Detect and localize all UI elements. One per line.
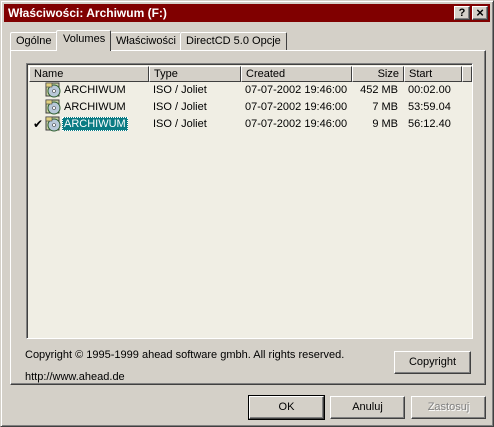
properties-window: Właściwości: Archiwum (F:) ? × Ogólne Vo… (0, 0, 494, 427)
close-button[interactable]: × (472, 6, 488, 20)
tab-label: Ogólne (16, 35, 52, 47)
tab-directcd-options[interactable]: DirectCD 5.0 Opcje (180, 32, 287, 50)
column-header-size[interactable]: Size (352, 66, 404, 82)
column-header-start[interactable]: Start (404, 66, 462, 82)
volume-size: 9 MB (372, 118, 398, 130)
volume-size: 452 MB (360, 84, 398, 96)
help-button[interactable]: ? (454, 6, 470, 20)
column-header-type[interactable]: Type (149, 66, 241, 82)
volume-type: ISO / Joliet (153, 84, 207, 96)
volume-start: 56:12.40 (408, 118, 451, 130)
cd-disc-icon (45, 116, 61, 132)
apply-button[interactable]: Zastosuj (411, 396, 486, 419)
volume-created: 07-07-2002 19:46:00 (245, 84, 348, 96)
copyright-button[interactable]: Copyright (394, 351, 471, 374)
tab-wlasciwosci[interactable]: Właściwości (110, 32, 181, 50)
volume-created: 07-07-2002 19:46:00 (245, 101, 348, 113)
window-title: Właściwości: Archiwum (F:) (8, 6, 167, 20)
volume-type: ISO / Joliet (153, 101, 207, 113)
volume-name: ARCHIWUM (62, 117, 128, 131)
tab-label: Volumes (63, 33, 106, 45)
volume-row[interactable]: ARCHIWUM ISO / Joliet 07-07-2002 19:46:0… (29, 99, 470, 116)
ok-button[interactable]: OK (248, 395, 325, 420)
volume-name: ARCHIWUM (64, 101, 126, 113)
volumes-list[interactable]: Name Type Created Size Start ARCHIWUM IS… (26, 63, 473, 339)
volume-type: ISO / Joliet (153, 118, 207, 130)
column-header-name[interactable]: Name (29, 66, 149, 82)
tab-volumes[interactable]: Volumes (56, 30, 111, 51)
volume-row-selected[interactable]: ✔ ARCHIWUM ISO / Joliet 07-07-2002 19:46… (29, 116, 470, 133)
column-header-created[interactable]: Created (241, 66, 352, 82)
volume-name: ARCHIWUM (64, 84, 126, 96)
cd-disc-icon (45, 99, 61, 115)
website-url: http://www.ahead.de (25, 371, 125, 383)
check-mark: ✔ (33, 117, 44, 131)
tab-label: Właściwości (116, 35, 176, 47)
cancel-button[interactable]: Anuluj (330, 396, 405, 419)
volume-row[interactable]: ARCHIWUM ISO / Joliet 07-07-2002 19:46:0… (29, 82, 470, 99)
cd-disc-icon (45, 82, 61, 98)
volume-start: 00:02.00 (408, 84, 451, 96)
volume-created: 07-07-2002 19:46:00 (245, 118, 348, 130)
title-bar[interactable]: Właściwości: Archiwum (F:) ? × (4, 4, 490, 22)
column-header-filler (462, 66, 472, 82)
tab-label: DirectCD 5.0 Opcje (186, 35, 281, 47)
copyright-text: Copyright © 1995-1999 ahead software gmb… (25, 349, 345, 361)
volume-size: 7 MB (372, 101, 398, 113)
volume-start: 53:59.04 (408, 101, 451, 113)
tab-ogolne[interactable]: Ogólne (10, 32, 57, 50)
